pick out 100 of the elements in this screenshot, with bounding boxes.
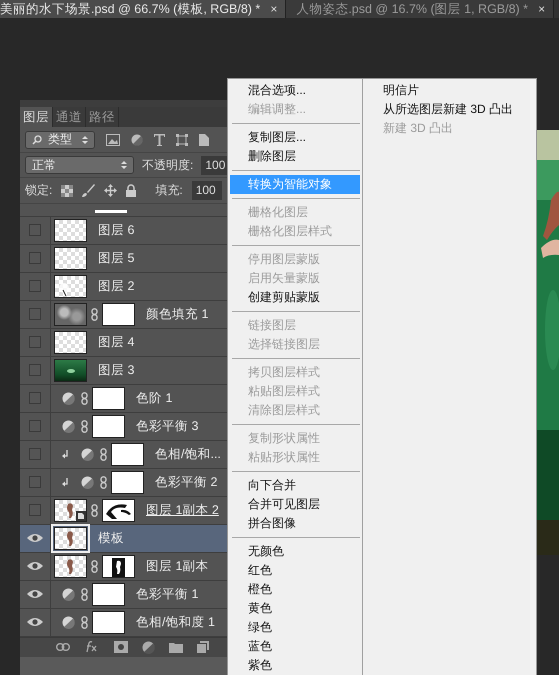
link-icon	[81, 616, 88, 629]
lock-icon[interactable]	[126, 184, 136, 198]
opacity-label: 不透明度:	[142, 156, 194, 174]
adjustment-filter-icon[interactable]	[131, 134, 143, 146]
updown-icon	[82, 134, 88, 145]
layer-mask	[92, 414, 125, 438]
adjustment-icon	[81, 448, 94, 461]
smart-object-badge-icon	[76, 510, 86, 521]
sketch-drawing	[59, 282, 69, 296]
fill-label: 填充:	[155, 182, 183, 200]
blend-mode-dropdown[interactable]: 正常	[25, 156, 134, 174]
visibility-checkbox[interactable]	[29, 364, 41, 376]
visibility-checkbox[interactable]	[29, 420, 41, 432]
figure-drawing	[66, 558, 74, 574]
layer-mask	[111, 442, 144, 466]
eye-icon[interactable]	[27, 617, 43, 628]
link-icon	[81, 588, 88, 601]
link-icon	[100, 476, 107, 489]
panel-tab[interactable]: 路径	[86, 107, 119, 128]
adjustment-icon	[62, 588, 75, 601]
visibility-checkbox[interactable]	[29, 392, 41, 404]
link-icon	[91, 308, 98, 321]
layer-name: 图层 4	[98, 334, 134, 351]
eye-icon[interactable]	[27, 533, 43, 544]
layer-mask	[102, 302, 135, 326]
close-icon[interactable]: ×	[538, 2, 546, 16]
layer-name: 色彩平衡 2	[155, 474, 218, 491]
layer-name: 色相/饱和...	[155, 446, 221, 463]
adjustment-icon	[62, 420, 75, 433]
visibility-checkbox[interactable]	[29, 448, 41, 460]
menu-item[interactable]: 混合选项...	[230, 81, 360, 100]
visibility-checkbox[interactable]	[29, 224, 41, 236]
layer-name: 模板	[98, 530, 124, 547]
mask-icon[interactable]	[114, 641, 128, 654]
move-icon[interactable]	[104, 184, 118, 198]
layer-mask	[92, 386, 125, 410]
adjustment-icon	[62, 392, 75, 405]
type-filter-icon[interactable]	[154, 134, 165, 146]
document-tab[interactable]: 美丽的水下场景.psd @ 66.7% (模板, RGB/8) * ×	[0, 0, 286, 18]
visibility-checkbox[interactable]	[29, 280, 41, 292]
eye-icon[interactable]	[27, 561, 43, 572]
menu-item[interactable]: 从所选图层新建 3D 凸出	[383, 100, 514, 119]
layer-thumbnail	[54, 330, 87, 354]
menu-item[interactable]: 明信片	[383, 81, 514, 100]
layer-name: 图层 3	[98, 362, 134, 379]
link-icon	[91, 504, 98, 517]
layer-name: 色彩平衡 1	[136, 586, 198, 603]
layer-name: 图层 2	[98, 278, 134, 295]
layer-name: 图层 1副本 2	[146, 502, 219, 519]
adjustment-icon	[62, 616, 75, 629]
visibility-checkbox[interactable]	[29, 336, 41, 348]
image-filter-icon[interactable]	[106, 134, 120, 146]
visibility-checkbox[interactable]	[29, 476, 41, 488]
menu-item[interactable]: 删除图层	[230, 147, 360, 166]
close-icon[interactable]: ×	[270, 2, 278, 16]
clip-arrow-icon	[62, 450, 69, 459]
clip-arrow-icon	[62, 478, 69, 487]
search-icon	[32, 134, 42, 145]
visibility-checkbox[interactable]	[29, 504, 41, 516]
layer-mask	[92, 582, 125, 606]
layer-name: 颜色填充 1	[146, 306, 208, 323]
checkerboard-icon[interactable]	[61, 184, 74, 197]
menu-item[interactable]: 蓝色	[230, 637, 360, 656]
layer-mask	[92, 610, 125, 634]
layer-name: 色相/饱和度 1	[136, 614, 215, 631]
filter-dropdown[interactable]: 类型	[25, 130, 95, 149]
layer-name: 图层 5	[98, 250, 134, 267]
link-icon	[91, 560, 98, 573]
fish-drawing	[67, 368, 75, 373]
visibility-checkbox[interactable]	[29, 308, 41, 320]
layer-name: 图层 1副本	[146, 558, 208, 575]
shape-filter-icon[interactable]	[176, 134, 188, 146]
menu-item[interactable]: 紫色	[230, 656, 360, 675]
layer-name: 图层 6	[98, 222, 134, 239]
visibility-checkbox[interactable]	[29, 252, 41, 264]
adjustment-icon[interactable]	[142, 640, 155, 654]
layer-mask	[111, 470, 144, 494]
panel-tab[interactable]: 通道	[53, 107, 86, 128]
layer-thumbnail	[54, 302, 87, 326]
eye-icon[interactable]	[27, 589, 43, 600]
layer-name: 色阶 1	[136, 390, 172, 407]
updown-icon	[121, 160, 127, 170]
lock-label: 锁定:	[25, 182, 52, 200]
link-icon	[81, 392, 88, 405]
document-tab[interactable]: 人物姿态.psd @ 16.7% (图层 1, RGB/8) * ×	[286, 0, 554, 18]
menu-item[interactable]: 复制图层...	[230, 128, 360, 147]
smart-filter-icon[interactable]	[199, 134, 209, 146]
figure-drawing	[66, 502, 74, 518]
brush-icon[interactable]	[82, 184, 96, 198]
adjustment-icon	[81, 476, 94, 489]
folder-icon[interactable]	[169, 642, 183, 653]
new-layer-icon[interactable]	[197, 641, 209, 654]
link-icon[interactable]	[56, 643, 70, 652]
link-icon	[100, 448, 107, 461]
figure-drawing	[66, 530, 74, 546]
layer-thumbnail	[54, 246, 87, 270]
fill-field[interactable]: 100	[192, 181, 222, 200]
link-icon	[81, 420, 88, 433]
panel-tab[interactable]: 图层	[20, 107, 53, 128]
layer-name: 色彩平衡 3	[136, 418, 198, 435]
